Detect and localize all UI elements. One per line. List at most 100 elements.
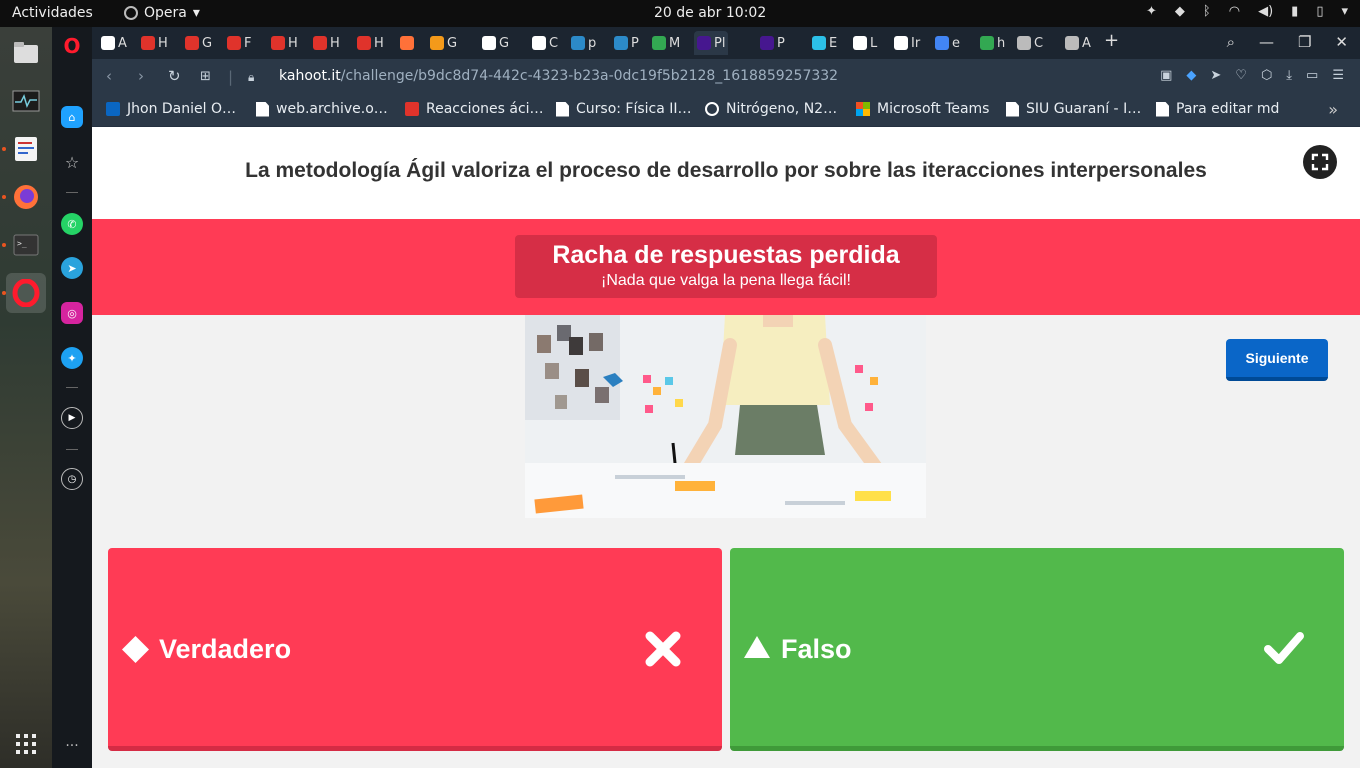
browser-tab[interactable]: G (182, 31, 215, 55)
back-button[interactable]: ‹ (106, 67, 112, 85)
browser-tab[interactable]: H (268, 31, 301, 55)
browser-tab[interactable]: P (611, 31, 642, 55)
minimize-button[interactable]: — (1259, 33, 1274, 51)
star-icon[interactable]: ☆ (61, 151, 83, 173)
browser-tab[interactable]: h (977, 31, 1008, 55)
clock[interactable]: 20 de abr 10:02 (654, 5, 766, 21)
browser-tab[interactable]: C (529, 31, 561, 55)
forward-button[interactable]: › (138, 67, 144, 85)
browser-tab[interactable]: e (932, 31, 963, 55)
new-tab-button[interactable]: + (1104, 30, 1119, 51)
tab-strip: A H G F H H H G G Cp P M Pl P E L Ir e h C A + ⌕ — ❐ ✕ (92, 27, 1360, 59)
home-icon[interactable]: ⌂ (61, 106, 83, 128)
terminal-launcher[interactable]: >_ (6, 225, 46, 265)
files-launcher[interactable] (6, 33, 46, 73)
tab-label: G (202, 35, 213, 51)
browser-tab[interactable]: Pl (694, 31, 729, 55)
browser-tab[interactable]: G (427, 31, 460, 55)
instagram-icon[interactable]: ◎ (61, 302, 83, 324)
url-field[interactable]: kahoot.it/challenge/b9dc8d74-442c-4323-b… (279, 68, 838, 84)
browser-tab[interactable]: P (757, 31, 788, 55)
battery-icon[interactable]: ▯ (1316, 4, 1323, 19)
browser-tab[interactable]: H (310, 31, 343, 55)
send-icon[interactable]: ➤ (1210, 68, 1221, 83)
bookmark-item[interactable]: Reacciones áci… (405, 101, 544, 117)
wifi-icon[interactable]: ◠ (1229, 4, 1240, 19)
whatsapp-icon[interactable]: ✆ (61, 213, 83, 235)
telegram-icon[interactable]: ➤ (61, 257, 83, 279)
system-monitor-icon (12, 90, 40, 112)
linkedin-icon (106, 102, 120, 116)
history-icon[interactable]: ◷ (61, 468, 83, 490)
browser-tab[interactable]: M (649, 31, 683, 55)
close-button[interactable]: ✕ (1335, 33, 1348, 51)
opera-menu-icon[interactable]: O (61, 34, 83, 58)
speed-dial-button[interactable]: ⊞ (200, 69, 211, 84)
extensions-cube-icon[interactable]: ⬡ (1261, 68, 1272, 83)
system-tray[interactable]: ✦ ◆ ᛒ ◠ ◀) ▮ ▯ ▾ (1146, 4, 1348, 19)
bookmark-item[interactable]: Jhon Daniel O… (106, 101, 236, 117)
browser-tab[interactable]: H (138, 31, 171, 55)
bookmark-item[interactable]: web.archive.o… (256, 101, 388, 117)
system-monitor-launcher[interactable] (6, 81, 46, 121)
browser-tab[interactable]: Ir (891, 31, 923, 55)
fullscreen-button[interactable] (1303, 145, 1337, 179)
answer-true[interactable]: Verdadero (108, 548, 722, 751)
red-square-icon (405, 102, 419, 116)
download-icon[interactable]: ⤓ (1286, 68, 1292, 83)
reload-button[interactable]: ↻ (168, 67, 181, 85)
app-menu[interactable]: Opera ▾ (124, 5, 200, 21)
more-bookmarks-icon[interactable]: » (1328, 100, 1338, 119)
browser-tab[interactable]: G (479, 31, 512, 55)
heart-icon[interactable]: ♡ (1235, 68, 1247, 83)
ubuntu-dock: >_ (0, 27, 52, 768)
power-menu-icon[interactable]: ▾ (1341, 4, 1348, 19)
tab-favicon-icon (614, 36, 628, 50)
maximize-button[interactable]: ❐ (1298, 33, 1311, 51)
bookmark-item[interactable]: Microsoft Teams (856, 101, 989, 117)
bookmark-item[interactable]: Curso: Física II… (556, 101, 692, 117)
bookmark-item[interactable]: Para editar md (1156, 101, 1279, 117)
snapshot-icon[interactable]: ▣ (1160, 68, 1172, 83)
browser-tab[interactable]: A (1062, 31, 1094, 55)
browser-tab[interactable]: E (809, 31, 840, 55)
volume-icon[interactable]: ◀) (1258, 4, 1273, 19)
answer-false[interactable]: Falso (730, 548, 1344, 751)
activities-button[interactable]: Actividades (12, 5, 93, 21)
address-bar-row: ‹ › ↻ ⊞ | 🔒︎ kahoot.it/challenge/b9dc8d7… (92, 59, 1360, 95)
browser-tab[interactable]: L (850, 31, 880, 55)
bookmark-label: Para editar md (1176, 101, 1280, 117)
circle-icon (705, 102, 719, 116)
bookmark-item[interactable]: SIU Guaraní - I… (1006, 101, 1141, 117)
player-icon[interactable]: ▶ (61, 407, 83, 429)
next-button[interactable]: Siguiente (1226, 339, 1328, 381)
firefox-launcher[interactable] (6, 177, 46, 217)
text-editor-launcher[interactable] (6, 129, 46, 169)
browser-tab[interactable]: C (1014, 31, 1046, 55)
browser-tab[interactable] (397, 31, 420, 55)
bookmark-item[interactable]: Nitrógeno, N2… (705, 101, 837, 117)
teams-icon[interactable]: ◆ (1175, 4, 1185, 19)
browser-tab[interactable]: H (354, 31, 387, 55)
bluetooth-icon[interactable]: ᛒ (1203, 4, 1211, 19)
tab-label: P (777, 35, 785, 51)
battery-saver-icon[interactable]: ▭ (1306, 68, 1318, 83)
tab-label: F (244, 35, 252, 51)
browser-tab[interactable]: F (224, 31, 254, 55)
url-path: /challenge/b9dc8d74-442c-4323-b23a-0dc19… (340, 68, 839, 84)
tab-favicon-icon (141, 36, 155, 50)
browser-tab[interactable]: p (568, 31, 599, 55)
twitter-icon[interactable]: ✦ (61, 347, 83, 369)
microphone-icon[interactable]: ▮ (1291, 4, 1298, 19)
streak-box: Racha de respuestas perdida ¡Nada que va… (515, 235, 937, 298)
dropbox-icon[interactable]: ✦ (1146, 4, 1157, 19)
opera-launcher[interactable] (6, 273, 46, 313)
browser-tab[interactable]: A (98, 31, 130, 55)
tab-label: H (374, 35, 384, 51)
easy-setup-icon[interactable]: ☰ (1332, 68, 1344, 83)
more-icon[interactable]: ··· (61, 735, 83, 757)
lock-icon[interactable]: 🔒︎ (248, 70, 254, 85)
vpn-shield-icon[interactable]: ◆ (1186, 68, 1196, 83)
search-tabs-icon[interactable]: ⌕ (1227, 33, 1235, 51)
show-applications-button[interactable] (6, 724, 46, 764)
